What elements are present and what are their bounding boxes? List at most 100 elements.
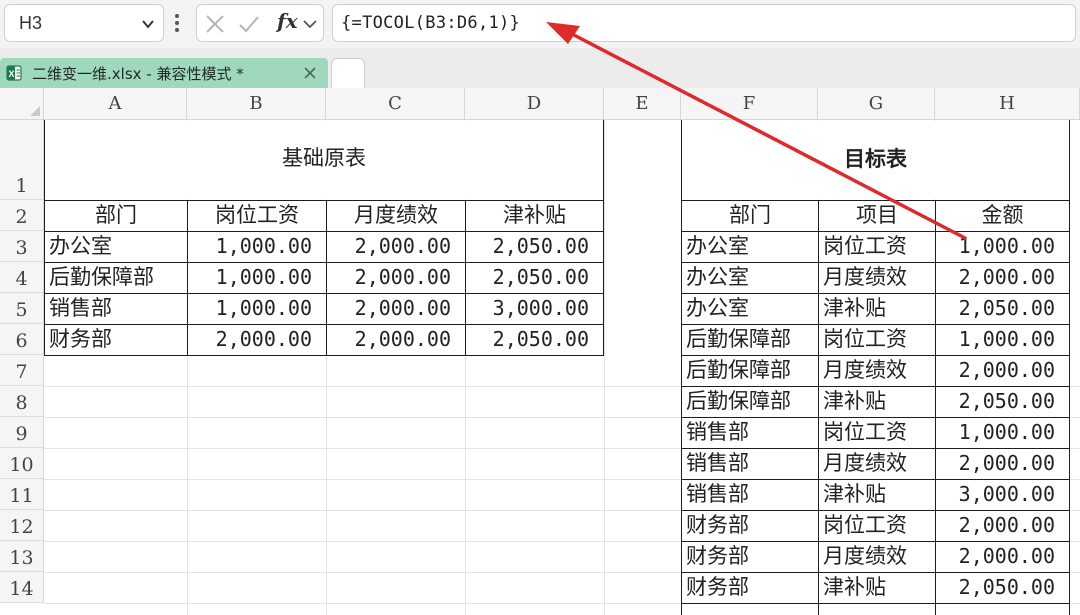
column-header-f[interactable]: F xyxy=(681,88,818,120)
source-table-title: 基础原表 xyxy=(282,146,366,170)
name-box-value: H3 xyxy=(19,13,43,33)
row-header-8[interactable]: 8 xyxy=(0,386,44,417)
target-header-cell[interactable]: 金额 xyxy=(936,200,1069,231)
source-cell[interactable]: 销售部 xyxy=(45,293,187,324)
target-cell[interactable]: 3,000.00 xyxy=(936,479,1069,510)
target-cell[interactable]: 2,050.00 xyxy=(936,386,1069,417)
row-header-9[interactable]: 9 xyxy=(0,417,44,448)
row-header-3[interactable]: 3 xyxy=(0,231,44,262)
target-cell[interactable]: 后勤保障部 xyxy=(682,324,818,355)
target-cell[interactable]: 岗位工资 xyxy=(819,417,935,448)
formula-input[interactable]: {=TOCOL(B3:D6,1)} xyxy=(332,4,1076,42)
name-box[interactable]: H3 xyxy=(4,4,164,42)
target-cell[interactable]: 财务部 xyxy=(682,510,818,541)
target-cell[interactable]: 月度绩效 xyxy=(819,262,935,293)
target-cell[interactable]: 办公室 xyxy=(682,262,818,293)
confirm-check-icon[interactable] xyxy=(237,12,261,36)
source-cell[interactable]: 2,000.00 xyxy=(327,262,465,293)
row-header-5[interactable]: 5 xyxy=(0,293,44,324)
source-cell[interactable]: 1,000.00 xyxy=(188,231,326,262)
target-cell[interactable]: 2,000.00 xyxy=(936,355,1069,386)
source-cell[interactable]: 财务部 xyxy=(45,324,187,355)
column-header-h[interactable]: H xyxy=(935,88,1080,120)
formula-tools: fx xyxy=(196,4,324,42)
target-cell[interactable]: 2,050.00 xyxy=(936,293,1069,324)
source-cell[interactable]: 2,050.00 xyxy=(466,231,603,262)
target-cell[interactable]: 津补贴 xyxy=(819,386,935,417)
target-cell-selected-h3[interactable]: 1,000.00 xyxy=(936,231,1069,262)
select-all-corner[interactable] xyxy=(0,88,44,120)
column-header-d[interactable]: D xyxy=(465,88,604,120)
target-cell[interactable]: 2,000.00 xyxy=(936,541,1069,572)
target-cell[interactable]: 岗位工资 xyxy=(819,510,935,541)
source-cell[interactable]: 后勤保障部 xyxy=(45,262,187,293)
target-cell[interactable]: 津补贴 xyxy=(819,479,935,510)
chevron-down-icon[interactable] xyxy=(141,17,155,31)
target-cell[interactable]: 后勤保障部 xyxy=(682,355,818,386)
target-cell[interactable]: 岗位工资 xyxy=(819,231,935,262)
new-tab-button[interactable] xyxy=(331,58,365,88)
source-cell[interactable]: 1,000.00 xyxy=(188,262,326,293)
row-header-4[interactable]: 4 xyxy=(0,262,44,293)
insert-function-button[interactable]: fx xyxy=(277,9,298,33)
source-cell[interactable]: 1,000.00 xyxy=(188,293,326,324)
target-cell[interactable]: 月度绩效 xyxy=(819,355,935,386)
source-header-cell[interactable]: 岗位工资 xyxy=(188,200,326,231)
row-header-2[interactable]: 2 xyxy=(0,200,44,231)
workbook-tab-label: 二维变一维.xlsx - 兼容性模式 * xyxy=(32,65,244,83)
source-cell[interactable]: 3,000.00 xyxy=(466,293,603,324)
cancel-x-icon[interactable] xyxy=(203,12,227,36)
target-cell[interactable]: 岗位工资 xyxy=(819,324,935,355)
row-header-12[interactable]: 12 xyxy=(0,510,44,541)
source-header-cell[interactable]: 津补贴 xyxy=(466,200,603,231)
row-header-1[interactable]: 1 xyxy=(0,120,44,200)
target-cell[interactable]: 2,000.00 xyxy=(936,448,1069,479)
target-cell[interactable]: 津补贴 xyxy=(819,293,935,324)
source-cell[interactable]: 2,000.00 xyxy=(188,324,326,355)
target-cell[interactable]: 2,000.00 xyxy=(936,262,1069,293)
target-cell[interactable]: 销售部 xyxy=(682,448,818,479)
source-cell[interactable]: 2,000.00 xyxy=(327,293,465,324)
row-header-14[interactable]: 14 xyxy=(0,572,44,603)
more-vertical-icon[interactable] xyxy=(172,12,182,34)
row-header-10[interactable]: 10 xyxy=(0,448,44,479)
row-header-11[interactable]: 11 xyxy=(0,479,44,510)
close-tab-icon[interactable] xyxy=(303,66,317,80)
target-cell[interactable]: 2,000.00 xyxy=(936,510,1069,541)
target-cell[interactable]: 办公室 xyxy=(682,231,818,262)
target-cell[interactable]: 后勤保障部 xyxy=(682,386,818,417)
workbook-tab[interactable]: X 二维变一维.xlsx - 兼容性模式 * xyxy=(0,58,328,88)
target-cell[interactable]: 财务部 xyxy=(682,572,818,603)
target-header-cell[interactable]: 项目 xyxy=(819,200,935,231)
target-cell[interactable]: 1,000.00 xyxy=(936,417,1069,448)
source-cell[interactable]: 办公室 xyxy=(45,231,187,262)
column-header-c[interactable]: C xyxy=(326,88,465,120)
column-header-e[interactable]: E xyxy=(604,88,681,120)
column-header-b[interactable]: B xyxy=(187,88,326,120)
target-header-cell[interactable]: 部门 xyxy=(682,200,818,231)
target-cell[interactable]: 销售部 xyxy=(682,417,818,448)
target-cell[interactable]: 月度绩效 xyxy=(819,448,935,479)
column-header-g[interactable]: G xyxy=(818,88,935,120)
row-header-7[interactable]: 7 xyxy=(0,355,44,386)
fx-dropdown-chevron-icon[interactable] xyxy=(301,12,319,36)
target-cell[interactable]: 月度绩效 xyxy=(819,541,935,572)
column-header-a[interactable]: A xyxy=(44,88,187,120)
select-all-triangle-icon xyxy=(30,106,40,116)
target-cell[interactable]: 销售部 xyxy=(682,479,818,510)
source-header-cell[interactable]: 月度绩效 xyxy=(327,200,465,231)
workbook-tab-bar: X 二维变一维.xlsx - 兼容性模式 * xyxy=(0,48,1080,88)
source-cell[interactable]: 2,050.00 xyxy=(466,262,603,293)
row-header-6[interactable]: 6 xyxy=(0,324,44,355)
target-cell[interactable]: 2,050.00 xyxy=(936,572,1069,603)
source-cell[interactable]: 2,000.00 xyxy=(327,324,465,355)
source-cell[interactable]: 2,000.00 xyxy=(327,231,465,262)
row-header-13[interactable]: 13 xyxy=(0,541,44,572)
source-header-cell[interactable]: 部门 xyxy=(45,200,187,231)
target-cell[interactable]: 办公室 xyxy=(682,293,818,324)
formula-text: {=TOCOL(B3:D6,1)} xyxy=(341,13,521,33)
target-cell[interactable]: 津补贴 xyxy=(819,572,935,603)
source-cell[interactable]: 2,050.00 xyxy=(466,324,603,355)
target-cell[interactable]: 1,000.00 xyxy=(936,324,1069,355)
target-cell[interactable]: 财务部 xyxy=(682,541,818,572)
